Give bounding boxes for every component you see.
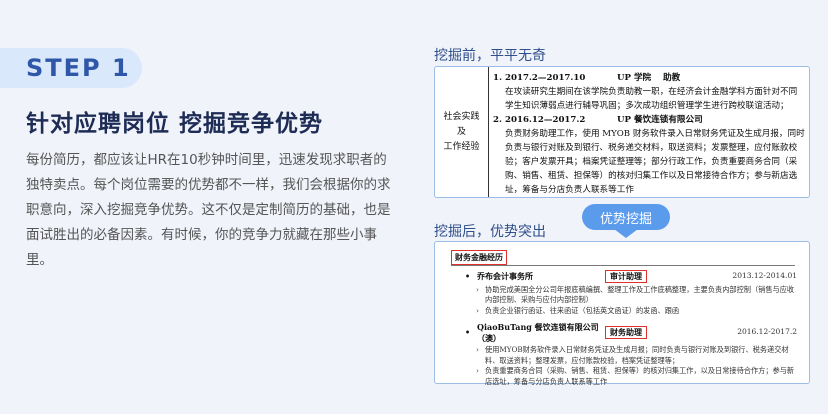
after-caption: 挖掘后，优势突出 — [434, 224, 546, 240]
after-job-header: • 乔布会计事务所 审计助理 2013.12-2014.01 — [465, 270, 797, 283]
headline: 针对应聘岗位 挖掘竞争优势 — [26, 111, 324, 137]
after-job: • 乔布会计事务所 审计助理 2013.12-2014.01 协助完成美国全分公… — [465, 270, 797, 316]
job-num: 1. — [493, 73, 502, 83]
before-caption: 挖掘前，平平无奇 — [434, 48, 546, 64]
before-job-desc: 在攻读研究生期间在该学院负责助教一职，在经济会计金融学科方面针对不同学生知识薄弱… — [505, 87, 798, 111]
after-job-date: 2016.12-2017.2 — [737, 327, 797, 337]
after-job-role: 审计助理 — [605, 270, 647, 283]
side-label-line3: 工作经验 — [443, 141, 480, 152]
after-job-company: QiaoBuTang 餐饮连锁有限公司（澳） — [477, 322, 599, 343]
section-divider — [451, 265, 795, 266]
job-period: 2016.12—2017.2 — [505, 115, 586, 125]
advantage-mining-badge: 优势挖掘 — [582, 204, 670, 230]
job-num: 2. — [493, 115, 502, 125]
after-job-company: 乔布会计事务所 — [477, 271, 533, 281]
before-side-label: 社会实践 及 工作经验 — [435, 67, 489, 197]
bullet-icon: • — [465, 271, 471, 281]
list-item: 负责重要商务合同（采购、销售、租赁、担保等）的核对归集工作，以及日常接待合作方；… — [476, 366, 797, 387]
job-period: 2017.2—2017.10 — [505, 73, 586, 83]
side-label-line2: 及 — [456, 126, 466, 137]
after-resume-card: 财务金融经历 • 乔布会计事务所 审计助理 2013.12-2014.01 协助… — [434, 241, 810, 387]
before-job-header: 2. 2016.12—2017.2 UP 餐饮连锁有限公司 — [493, 113, 805, 127]
after-job-bullets: 使用MYOB财务软件录入日常财务凭证及生成月报；同时负责与银行对账及到银行、税务… — [465, 345, 797, 387]
job-role: 助教 — [663, 73, 681, 83]
list-item: 负责企业银行函证、往来函证（包括英文函证）的发函、跟函 — [476, 306, 797, 317]
before-job-desc: 负责财务助理工作，使用 MYOB 财务软件录入日常财务凭证及生成月报，同时负责与… — [505, 129, 805, 195]
side-label-line1: 社会实践 — [443, 111, 480, 122]
arrow-down-icon — [614, 229, 638, 238]
job-company: UP 餐饮连锁有限公司 — [617, 115, 703, 125]
section-title: 财务金融经历 — [451, 250, 507, 265]
list-item: 协助完成美国全分公司年报底稿编撰、整理工作及工作底稿整理，主要负责内部控制（销售… — [476, 285, 797, 306]
list-item: 使用MYOB财务软件录入日常财务凭证及生成月报；同时负责与银行对账及到银行、税务… — [476, 345, 797, 366]
after-job: • QiaoBuTang 餐饮连锁有限公司（澳） 财务助理 2016.12-20… — [465, 322, 797, 387]
before-job-header: 1. 2017.2—2017.10 UP 学院 助教 — [493, 71, 805, 85]
after-job-header: • QiaoBuTang 餐饮连锁有限公司（澳） 财务助理 2016.12-20… — [465, 322, 797, 343]
after-job-date: 2013.12-2014.01 — [732, 271, 797, 280]
body-text: 每份简历，都应该让HR在10秒钟时间里，迅速发现求职者的独特卖点。每个岗位需要的… — [26, 152, 391, 268]
job-company: UP 学院 — [617, 73, 652, 83]
after-job-role: 财务助理 — [605, 326, 647, 339]
before-resume-card: 社会实践 及 工作经验 1. 2017.2—2017.10 UP 学院 助教 在… — [434, 66, 810, 198]
before-job-list: 1. 2017.2—2017.10 UP 学院 助教 在攻读研究生期间在该学院负… — [493, 71, 805, 197]
step-label: STEP 1 — [0, 48, 142, 88]
after-job-bullets: 协助完成美国全分公司年报底稿编撰、整理工作及工作底稿整理，主要负责内部控制（销售… — [465, 285, 797, 317]
bullet-icon: • — [465, 327, 471, 338]
